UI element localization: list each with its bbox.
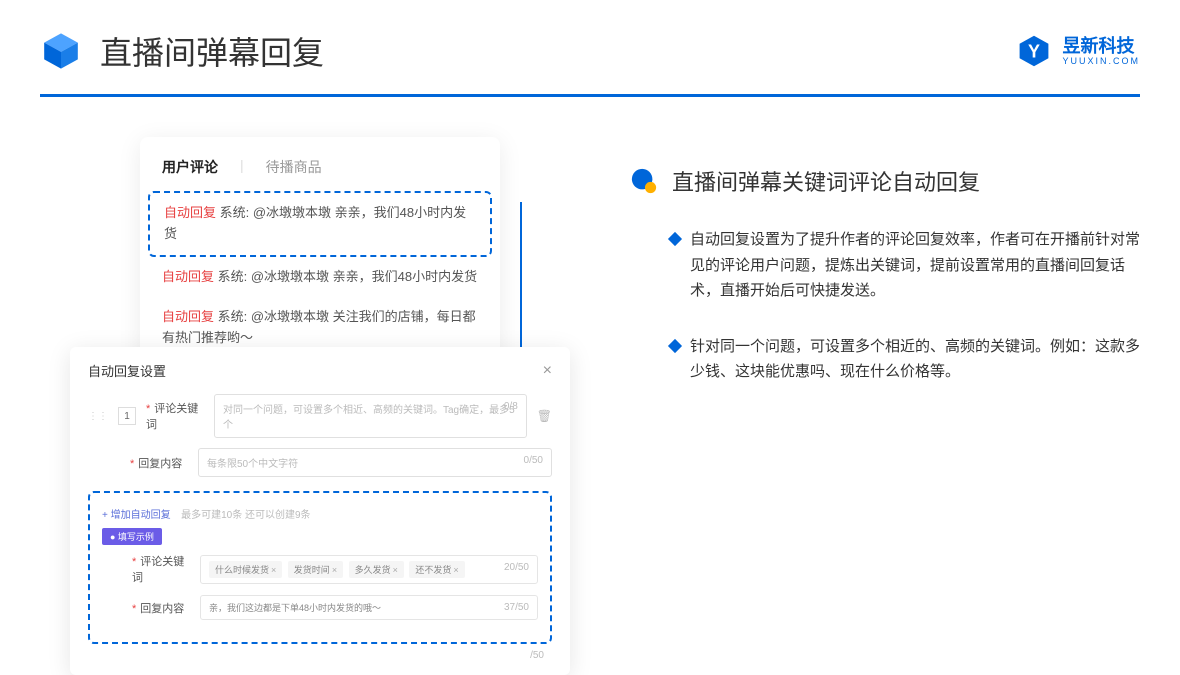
example-badge: ● 填写示例: [102, 528, 162, 545]
tab-separator: |: [240, 157, 244, 177]
char-count: 37/50: [504, 602, 529, 613]
comment-panel: 用户评论 | 待播商品 自动回复 系统: @冰墩墩本墩 亲亲，我们48小时内发货…: [140, 137, 500, 379]
drag-handle-icon[interactable]: ⋮⋮: [88, 411, 108, 422]
reply-item: 自动回复 系统: @冰墩墩本墩 亲亲，我们48小时内发货: [162, 257, 478, 298]
tag[interactable]: 什么时候发货×: [209, 561, 282, 578]
bubble-icon: [630, 167, 658, 195]
add-reply-row: + 增加自动回复 最多可建10条 还可以创建9条: [102, 505, 538, 527]
bullet-text: 针对同一个问题，可设置多个相近的、高频的关键词。例如：这款多少钱、这块能优惠吗、…: [690, 334, 1140, 385]
add-hint: 最多可建10条 还可以创建9条: [181, 510, 310, 521]
bullet-text: 自动回复设置为了提升作者的评论回复效率，作者可在开播前针对常见的评论用户问题，提…: [690, 227, 1140, 304]
ex-keyword-label: *评论关键词: [132, 553, 190, 585]
trash-icon[interactable]: 🗑: [537, 409, 552, 423]
header-left: 直播间弹幕回复: [40, 28, 324, 74]
auto-reply-settings-panel: 自动回复设置 × ⋮⋮ 1 *评论关键词 对同一个问题，可设置多个相近、高频的关…: [70, 347, 570, 675]
svg-text:Y: Y: [1028, 41, 1040, 61]
keyword-input[interactable]: 对同一个问题，可设置多个相近、高频的关键词。Tag确定，最多5个 0/8: [214, 394, 527, 438]
settings-header: 自动回复设置 ×: [88, 361, 552, 380]
brand-logo: Y 昱新科技 YUUXIN.COM: [1016, 33, 1140, 69]
bullet-item: 自动回复设置为了提升作者的评论回复效率，作者可在开播前针对常见的评论用户问题，提…: [630, 227, 1140, 304]
auto-reply-label: 自动回复: [162, 309, 214, 324]
auto-reply-label: 自动回复: [162, 269, 214, 284]
content-row: *回复内容 每条限50个中文字符 0/50: [88, 448, 552, 477]
ex-content-label: *回复内容: [132, 600, 190, 616]
char-count: 0/50: [524, 455, 543, 466]
char-count: 20/50: [504, 562, 529, 573]
add-auto-reply-link[interactable]: + 增加自动回复: [102, 506, 171, 521]
tab-pending-products[interactable]: 待播商品: [266, 157, 322, 177]
page-title: 直播间弹幕回复: [100, 28, 324, 74]
right-column: 直播间弹幕关键词评论自动回复 自动回复设置为了提升作者的评论回复效率，作者可在开…: [630, 137, 1140, 415]
keyword-label: *评论关键词: [146, 400, 204, 432]
left-column: 用户评论 | 待播商品 自动回复 系统: @冰墩墩本墩 亲亲，我们48小时内发货…: [70, 137, 570, 415]
diamond-icon: [668, 338, 682, 352]
reply-item-highlighted: 自动回复 系统: @冰墩墩本墩 亲亲，我们48小时内发货: [148, 191, 492, 257]
row-number: 1: [118, 407, 136, 425]
tag[interactable]: 发货时间×: [288, 561, 343, 578]
example-box: + 增加自动回复 最多可建10条 还可以创建9条 ● 填写示例 *评论关键词 什…: [88, 491, 552, 644]
section-title-row: 直播间弹幕关键词评论自动回复: [630, 165, 1140, 197]
example-keyword-input[interactable]: 什么时候发货× 发货时间× 多久发货× 还不发货× 20/50: [200, 555, 538, 584]
reply-text: 系统: @冰墩墩本墩 亲亲，我们48小时内发货: [218, 269, 478, 284]
tag[interactable]: 还不发货×: [409, 561, 464, 578]
brand-name-en: YUUXIN.COM: [1062, 57, 1140, 66]
outer-count: /50: [88, 650, 552, 661]
page-header: 直播间弹幕回复 Y 昱新科技 YUUXIN.COM: [0, 0, 1180, 74]
cube-icon: [40, 30, 82, 72]
close-icon[interactable]: ×: [543, 362, 552, 380]
auto-reply-label: 自动回复: [164, 205, 216, 220]
example-content-input[interactable]: 亲，我们这边都是下单48小时内发货的哦～ 37/50: [200, 595, 538, 620]
brand-name-cn: 昱新科技: [1062, 37, 1140, 55]
main-content: 用户评论 | 待播商品 自动回复 系统: @冰墩墩本墩 亲亲，我们48小时内发货…: [0, 97, 1180, 415]
bullet-item: 针对同一个问题，可设置多个相近的、高频的关键词。例如：这款多少钱、这块能优惠吗、…: [630, 334, 1140, 385]
diamond-icon: [668, 232, 682, 246]
tag[interactable]: 多久发货×: [349, 561, 404, 578]
keyword-row: ⋮⋮ 1 *评论关键词 对同一个问题，可设置多个相近、高频的关键词。Tag确定，…: [88, 394, 552, 438]
content-label: *回复内容: [130, 455, 188, 471]
example-keyword-row: *评论关键词 什么时候发货× 发货时间× 多久发货× 还不发货× 20/50: [102, 553, 538, 585]
tabs: 用户评论 | 待播商品: [162, 157, 478, 177]
section-title: 直播间弹幕关键词评论自动回复: [672, 165, 980, 197]
char-count: 0/8: [504, 401, 518, 412]
tab-user-comments[interactable]: 用户评论: [162, 157, 218, 177]
example-content-row: *回复内容 亲，我们这边都是下单48小时内发货的哦～ 37/50: [102, 595, 538, 620]
brand-text: 昱新科技 YUUXIN.COM: [1062, 37, 1140, 66]
brand-icon: Y: [1016, 33, 1052, 69]
content-input[interactable]: 每条限50个中文字符 0/50: [198, 448, 552, 477]
settings-title: 自动回复设置: [88, 361, 166, 380]
